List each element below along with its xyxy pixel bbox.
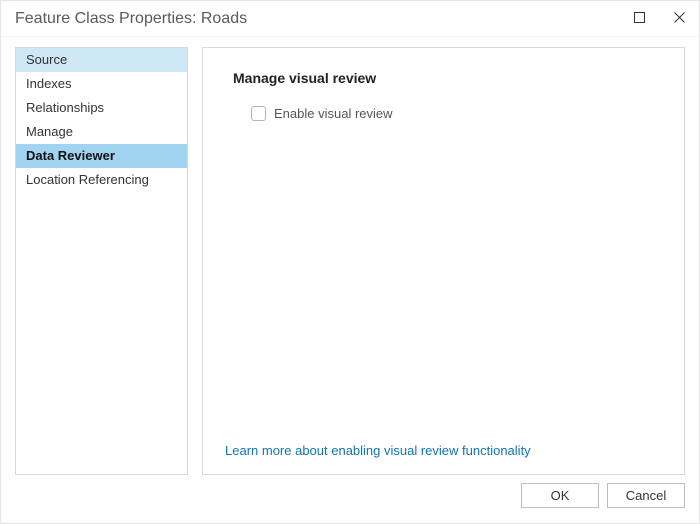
window-title: Feature Class Properties: Roads: [15, 10, 619, 28]
sidebar-item-label: Manage: [26, 124, 73, 139]
close-icon: [674, 11, 685, 26]
titlebar: Feature Class Properties: Roads: [1, 1, 699, 37]
cancel-button[interactable]: Cancel: [607, 483, 685, 508]
main-panel: Manage visual review Enable visual revie…: [202, 47, 685, 475]
sidebar-item-manage[interactable]: Manage: [16, 120, 187, 144]
close-button[interactable]: [659, 1, 699, 36]
sidebar-item-location-referencing[interactable]: Location Referencing: [16, 168, 187, 192]
window-controls: [619, 1, 699, 36]
checkbox-icon: [251, 106, 266, 121]
ok-button[interactable]: OK: [521, 483, 599, 508]
maximize-button[interactable]: [619, 1, 659, 36]
sidebar-item-relationships[interactable]: Relationships: [16, 96, 187, 120]
maximize-icon: [634, 11, 645, 26]
sidebar-item-label: Data Reviewer: [26, 148, 115, 163]
sidebar-item-label: Relationships: [26, 100, 104, 115]
sidebar-item-label: Source: [26, 52, 67, 67]
sidebar-item-source[interactable]: Source: [16, 48, 187, 72]
sidebar: Source Indexes Relationships Manage Data…: [15, 47, 188, 475]
enable-visual-review-checkbox[interactable]: Enable visual review: [251, 106, 662, 121]
sidebar-item-label: Location Referencing: [26, 172, 149, 187]
content-area: Source Indexes Relationships Manage Data…: [1, 37, 699, 475]
dialog-footer: OK Cancel: [1, 475, 699, 515]
sidebar-item-indexes[interactable]: Indexes: [16, 72, 187, 96]
checkbox-label: Enable visual review: [274, 106, 393, 121]
help-link[interactable]: Learn more about enabling visual review …: [225, 443, 662, 458]
sidebar-item-label: Indexes: [26, 76, 72, 91]
sidebar-item-data-reviewer[interactable]: Data Reviewer: [16, 144, 187, 168]
panel-heading: Manage visual review: [233, 70, 662, 86]
